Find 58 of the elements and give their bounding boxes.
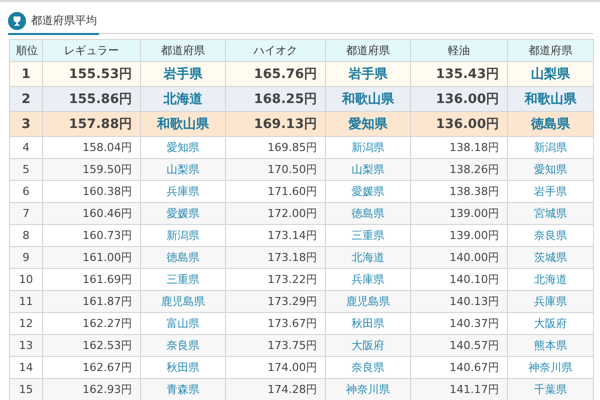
price-cell: 140.57円 bbox=[410, 334, 508, 356]
panel-title: 都道府県平均 bbox=[31, 13, 97, 28]
prefecture-link[interactable]: 徳島県 bbox=[508, 112, 594, 136]
prefecture-link[interactable]: 兵庫県 bbox=[508, 290, 594, 312]
trophy-icon bbox=[8, 12, 26, 30]
prefecture-link[interactable]: 愛知県 bbox=[326, 112, 410, 136]
price-cell: 170.50円 bbox=[226, 158, 326, 180]
price-cell: 136.00円 bbox=[410, 112, 508, 136]
price-cell: 173.29円 bbox=[226, 290, 326, 312]
rank-cell: 13 bbox=[10, 334, 42, 356]
prefecture-link[interactable]: 宮城県 bbox=[508, 202, 594, 224]
prefecture-link[interactable]: 奈良県 bbox=[140, 334, 226, 356]
prefecture-link[interactable]: 鹿児島県 bbox=[326, 290, 410, 312]
rank-cell: 11 bbox=[10, 290, 42, 312]
price-cell: 161.87円 bbox=[42, 290, 140, 312]
price-cell: 173.18円 bbox=[226, 246, 326, 268]
price-cell: 160.46円 bbox=[42, 202, 140, 224]
price-cell: 173.75円 bbox=[226, 334, 326, 356]
rank-cell: 3 bbox=[10, 112, 42, 136]
column-header: ハイオク bbox=[226, 40, 326, 62]
prefecture-link[interactable]: 青森県 bbox=[140, 378, 226, 400]
price-cell: 138.26円 bbox=[410, 158, 508, 180]
rank-cell: 7 bbox=[10, 202, 42, 224]
prefecture-link[interactable]: 愛媛県 bbox=[140, 202, 226, 224]
price-cell: 162.53円 bbox=[42, 334, 140, 356]
column-header: 順位 bbox=[10, 40, 42, 62]
prefecture-link[interactable]: 北海道 bbox=[326, 246, 410, 268]
prefecture-link[interactable]: 神奈川県 bbox=[326, 378, 410, 400]
rank-cell: 15 bbox=[10, 378, 42, 400]
column-header: 都道府県 bbox=[326, 40, 410, 62]
column-header: 都道府県 bbox=[140, 40, 226, 62]
column-header: 都道府県 bbox=[508, 40, 594, 62]
prefecture-link[interactable]: 鹿児島県 bbox=[140, 290, 226, 312]
prefecture-link[interactable]: 山梨県 bbox=[326, 158, 410, 180]
prefecture-link[interactable]: 千葉県 bbox=[508, 378, 594, 400]
price-cell: 172.00円 bbox=[226, 202, 326, 224]
prefecture-link[interactable]: 熊本県 bbox=[508, 334, 594, 356]
prefecture-link[interactable]: 大阪府 bbox=[326, 334, 410, 356]
price-cell: 140.00円 bbox=[410, 246, 508, 268]
prefecture-link[interactable]: 愛知県 bbox=[508, 158, 594, 180]
price-cell: 169.13円 bbox=[226, 112, 326, 136]
price-cell: 162.93円 bbox=[42, 378, 140, 400]
prefecture-link[interactable]: 茨城県 bbox=[508, 246, 594, 268]
rank-cell: 9 bbox=[10, 246, 42, 268]
price-cell: 140.13円 bbox=[410, 290, 508, 312]
price-cell: 141.17円 bbox=[410, 378, 508, 400]
price-cell: 159.50円 bbox=[42, 158, 140, 180]
column-header: レギュラー bbox=[42, 40, 140, 62]
price-cell: 161.00円 bbox=[42, 246, 140, 268]
price-cell: 174.28円 bbox=[226, 378, 326, 400]
rank-cell: 5 bbox=[10, 158, 42, 180]
prefecture-link[interactable]: 山梨県 bbox=[140, 158, 226, 180]
price-cell: 157.88円 bbox=[42, 112, 140, 136]
price-cell: 139.00円 bbox=[410, 202, 508, 224]
prefecture-link[interactable]: 徳島県 bbox=[326, 202, 410, 224]
prefecture-link[interactable]: 和歌山県 bbox=[140, 112, 226, 136]
column-header: 軽油 bbox=[410, 40, 508, 62]
prefecture-link[interactable]: 徳島県 bbox=[140, 246, 226, 268]
